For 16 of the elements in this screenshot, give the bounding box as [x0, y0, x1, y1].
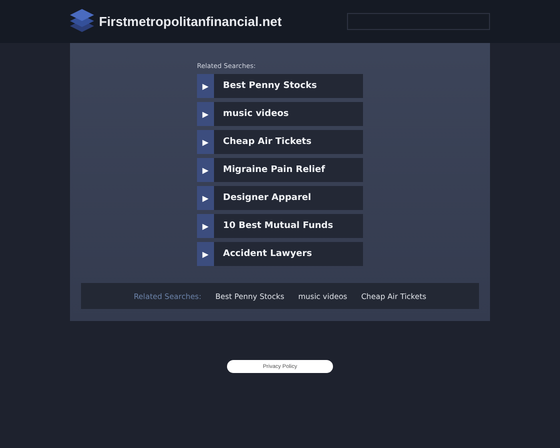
play-icon: ▶ — [197, 242, 214, 266]
play-icon: ▶ — [197, 130, 214, 154]
search-link[interactable]: ▶ music videos — [197, 102, 363, 126]
play-icon: ▶ — [197, 102, 214, 126]
search-field[interactable] — [347, 13, 490, 30]
play-icon: ▶ — [197, 158, 214, 182]
search-link[interactable]: ▶ Designer Apparel — [197, 186, 363, 210]
site-name[interactable]: Firstmetropolitanfinancial.net — [99, 14, 282, 29]
play-icon: ▶ — [197, 186, 214, 210]
play-icon: ▶ — [197, 74, 214, 98]
search-link[interactable]: ▶ Best Penny Stocks — [197, 74, 363, 98]
search-link[interactable]: ▶ Accident Lawyers — [197, 242, 363, 266]
play-icon: ▶ — [197, 214, 214, 238]
search-link[interactable]: ▶ Migraine Pain Relief — [197, 158, 363, 182]
search-link[interactable]: ▶ Cheap Air Tickets — [197, 130, 363, 154]
search-link[interactable]: ▶ 10 Best Mutual Funds — [197, 214, 363, 238]
